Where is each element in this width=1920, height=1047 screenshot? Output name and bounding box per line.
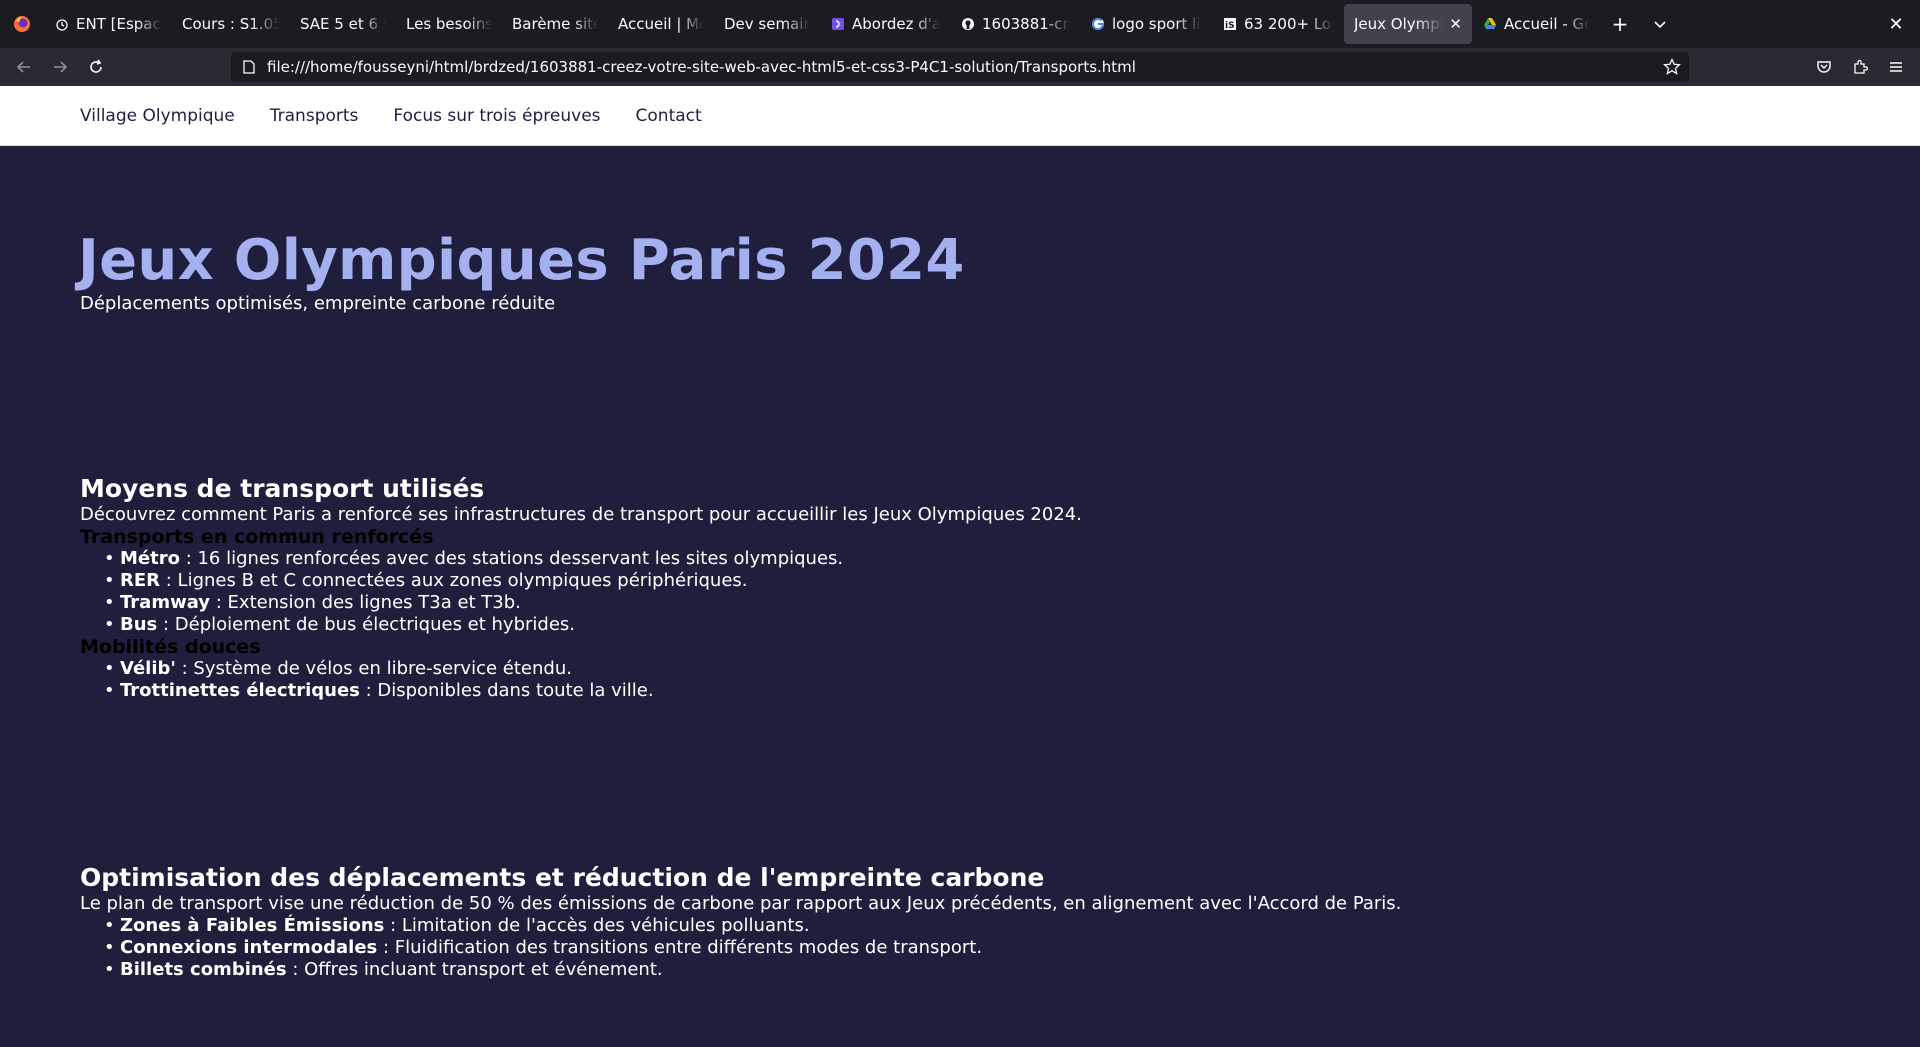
list-item: Tramway : Extension des lignes T3a et T3… bbox=[104, 592, 1580, 614]
carbon-optimisation-section: Optimisation des déplacements et réducti… bbox=[80, 863, 1580, 981]
transport-list: Vélib' : Système de vélos en libre-servi… bbox=[80, 658, 1580, 702]
bookmark-star-icon[interactable] bbox=[1663, 57, 1681, 76]
tab[interactable]: Accueil - Goo bbox=[1472, 4, 1600, 44]
tab[interactable]: Cours : S1.05&06 bbox=[172, 4, 290, 44]
tab[interactable]: iS 63 200+ Logo bbox=[1212, 4, 1344, 44]
tab[interactable]: 1603881-cree bbox=[950, 4, 1080, 44]
item-term: Connexions intermodales bbox=[120, 937, 378, 958]
page-content: Jeux Olympiques Paris 2024 Déplacements … bbox=[0, 146, 1920, 1047]
tab[interactable]: Les besoins de le bbox=[396, 4, 502, 44]
hero-title: Jeux Olympiques Paris 2024 bbox=[78, 228, 965, 293]
subsection-title: Mobilités douces bbox=[80, 636, 261, 658]
item-description: : Fluidification des transitions entre d… bbox=[377, 937, 983, 958]
tab[interactable]: Accueil | Moodle bbox=[608, 4, 714, 44]
tab[interactable]: SAE 5 et 6 sujet 2 bbox=[290, 4, 396, 44]
list-item: Zones à Faibles Émissions : Limitation d… bbox=[104, 915, 1580, 937]
tab-label: ENT [Espace bbox=[76, 15, 162, 33]
tab-active[interactable]: Jeux Olympiqu ✕ bbox=[1344, 4, 1472, 44]
tab-label: Jeux Olympiqu bbox=[1354, 15, 1444, 33]
tab-strip: ENT [Espace Cours : S1.05&06 SAE 5 et 6 su… bbox=[0, 0, 1920, 48]
item-description: : Système de vélos en libre-service éten… bbox=[175, 658, 572, 679]
google-drive-icon bbox=[1482, 16, 1498, 32]
site-header: Village Olympique Transports Focus sur t… bbox=[0, 86, 1920, 146]
nav-link-focus-epreuves[interactable]: Focus sur trois épreuves bbox=[393, 106, 600, 126]
url-text[interactable]: file:///home/fousseyni/html/brdzed/16038… bbox=[267, 58, 1136, 76]
tab-label: Les besoins de le bbox=[406, 15, 492, 33]
tab-label: logo sport lib bbox=[1112, 15, 1202, 33]
tab[interactable]: Dev semaine 3 bbox=[714, 4, 820, 44]
pocket-icon[interactable] bbox=[1806, 51, 1842, 83]
transport-list: Métro : 16 lignes renforcées avec des st… bbox=[80, 548, 1580, 636]
item-description: : Déploiement de bus électriques et hybr… bbox=[157, 614, 576, 635]
tab-label: 63 200+ Logo bbox=[1244, 15, 1334, 33]
measures-list: Zones à Faibles Émissions : Limitation d… bbox=[80, 915, 1580, 981]
tab-label: Accueil | Moodle bbox=[618, 15, 704, 33]
item-term: RER bbox=[120, 570, 161, 591]
tab-label: Dev semaine 3 bbox=[724, 15, 810, 33]
list-item: Billets combinés : Offres incluant trans… bbox=[104, 959, 1580, 981]
item-term: Trottinettes électriques bbox=[120, 680, 360, 701]
back-arrow-icon[interactable] bbox=[6, 51, 42, 83]
istock-icon: iS bbox=[1222, 16, 1238, 32]
alarm-icon bbox=[54, 16, 70, 32]
item-term: Bus bbox=[120, 614, 158, 635]
github-icon bbox=[960, 16, 976, 32]
subsection-title: Transports en commun renforcés bbox=[80, 526, 434, 548]
tab[interactable]: Barème site web bbox=[502, 4, 608, 44]
extensions-icon[interactable] bbox=[1842, 51, 1878, 83]
list-item: Connexions intermodales : Fluidification… bbox=[104, 937, 1580, 959]
tab-label: 1603881-cree bbox=[982, 15, 1070, 33]
list-item: Trottinettes électriques : Disponibles d… bbox=[104, 680, 1580, 702]
tab-label: Abordez d'aut bbox=[852, 15, 940, 33]
item-description: : Offres incluant transport et événement… bbox=[286, 959, 663, 980]
section-intro: Le plan de transport vise une réduction … bbox=[80, 893, 1402, 914]
item-description: : Disponibles dans toute la ville. bbox=[359, 680, 654, 701]
hero-subtitle: Déplacements optimisés, empreinte carbon… bbox=[80, 293, 556, 314]
list-item: Métro : 16 lignes renforcées avec des st… bbox=[104, 548, 1580, 570]
item-term: Métro bbox=[120, 548, 180, 569]
window-close-button[interactable]: ✕ bbox=[1876, 4, 1916, 44]
list-item: Vélib' : Système de vélos en libre-servi… bbox=[104, 658, 1580, 680]
openclassrooms-icon bbox=[830, 16, 846, 32]
item-description: : Extension des lignes T3a et T3b. bbox=[210, 592, 521, 613]
url-bar[interactable]: file:///home/fousseyni/html/brdzed/16038… bbox=[231, 52, 1689, 82]
section-title: Moyens de transport utilisés bbox=[80, 474, 485, 503]
tab-label: Cours : S1.05&06 bbox=[182, 15, 280, 33]
item-term: Vélib' bbox=[120, 658, 176, 679]
google-icon bbox=[1090, 16, 1106, 32]
item-term: Zones à Faibles Émissions bbox=[120, 915, 385, 936]
nav-link-contact[interactable]: Contact bbox=[636, 106, 702, 126]
tab-label: SAE 5 et 6 sujet 2 bbox=[300, 15, 386, 33]
tab[interactable]: ENT [Espace bbox=[44, 4, 172, 44]
section-title: Optimisation des déplacements et réducti… bbox=[80, 863, 1045, 892]
tab[interactable]: Abordez d'aut bbox=[820, 4, 950, 44]
svg-text:iS: iS bbox=[1225, 21, 1235, 31]
firefox-logo-icon[interactable] bbox=[0, 0, 44, 48]
nav-link-village-olympique[interactable]: Village Olympique bbox=[80, 106, 235, 126]
close-tab-icon[interactable]: ✕ bbox=[1449, 15, 1462, 33]
item-description: : 16 lignes renforcées avec des stations… bbox=[179, 548, 844, 569]
nav-link-transports[interactable]: Transports bbox=[270, 106, 359, 126]
forward-arrow-icon[interactable] bbox=[42, 51, 78, 83]
section-intro: Découvrez comment Paris a renforcé ses i… bbox=[80, 504, 1082, 525]
site-nav: Village Olympique Transports Focus sur t… bbox=[80, 86, 737, 146]
tab-label: Barème site web bbox=[512, 15, 598, 33]
page-icon bbox=[241, 59, 257, 75]
item-description: : Lignes B et C connectées aux zones oly… bbox=[160, 570, 748, 591]
item-term: Billets combinés bbox=[120, 959, 287, 980]
app-menu-icon[interactable] bbox=[1878, 51, 1914, 83]
item-term: Tramway bbox=[120, 592, 211, 613]
item-description: : Limitation de l'accès des véhicules po… bbox=[384, 915, 810, 936]
navigation-toolbar: file:///home/fousseyni/html/brdzed/16038… bbox=[0, 48, 1920, 86]
reload-icon[interactable] bbox=[78, 51, 114, 83]
new-tab-button[interactable]: + bbox=[1600, 4, 1640, 44]
tab[interactable]: logo sport lib bbox=[1080, 4, 1212, 44]
list-item: Bus : Déploiement de bus électriques et … bbox=[104, 614, 1580, 636]
list-all-tabs-icon[interactable] bbox=[1640, 4, 1680, 44]
transport-means-section: Moyens de transport utilisés Découvrez c… bbox=[80, 474, 1580, 702]
tab-label: Accueil - Goo bbox=[1504, 15, 1590, 33]
list-item: RER : Lignes B et C connectées aux zones… bbox=[104, 570, 1580, 592]
